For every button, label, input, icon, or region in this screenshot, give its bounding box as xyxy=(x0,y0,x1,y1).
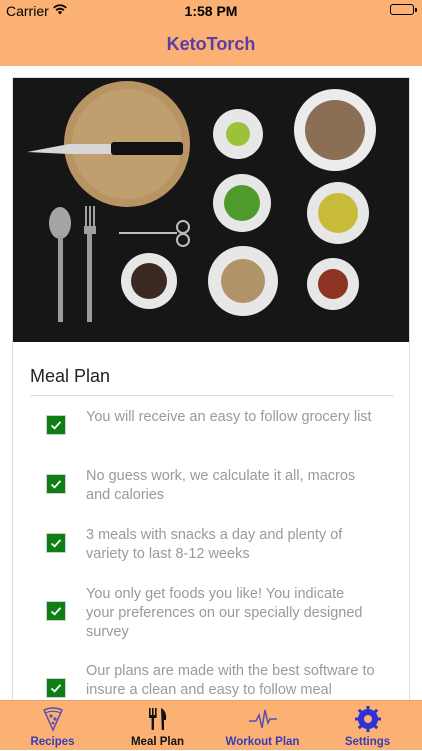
checkbox[interactable] xyxy=(46,678,66,698)
tab-label: Meal Plan xyxy=(130,736,185,748)
nav-bar: KetoTorch xyxy=(0,22,422,66)
checkbox[interactable] xyxy=(46,474,66,494)
battery-icon xyxy=(390,4,417,15)
list-item-text: You will receive an easy to follow groce… xyxy=(86,409,372,425)
status-bar: Carrier 1:58 PM xyxy=(0,0,422,22)
checkmark-icon xyxy=(50,421,62,430)
checkmark-icon xyxy=(50,607,62,616)
tab-meal-plan[interactable]: Meal Plan xyxy=(105,701,210,751)
checkbox[interactable] xyxy=(46,533,66,553)
tab-label: Recipes xyxy=(30,736,75,748)
title-divider xyxy=(30,395,394,396)
checkmark-icon xyxy=(50,684,62,693)
hero-food-image xyxy=(13,78,409,342)
app-title: KetoTorch xyxy=(166,34,256,54)
pizza-slice-icon xyxy=(0,706,105,732)
tab-workout-plan[interactable]: Workout Plan xyxy=(210,701,315,751)
tab-recipes[interactable]: Recipes xyxy=(0,701,105,751)
checkbox[interactable] xyxy=(46,601,66,621)
checkmark-icon xyxy=(50,480,62,489)
tab-settings[interactable]: Settings xyxy=(315,701,420,751)
tab-label: Workout Plan xyxy=(225,736,300,748)
list-item-text: 3 meals with snacks a day and plenty of … xyxy=(86,527,343,562)
fork-knife-icon xyxy=(105,706,210,732)
card-title: Meal Plan xyxy=(30,366,111,386)
heartbeat-icon xyxy=(210,706,315,732)
tab-label: Settings xyxy=(344,736,391,748)
tab-bar: Recipes Meal Plan Workout Plan Settings xyxy=(0,700,422,750)
list-item-text: Our plans are made with the best softwar… xyxy=(86,663,375,698)
list-item-text: You only get foods you like! You indicat… xyxy=(86,586,363,640)
checkmark-icon xyxy=(50,539,62,548)
meal-plan-card: Meal Plan You will receive an easy to fo… xyxy=(12,77,410,717)
list-item-text: No guess work, we calculate it all, macr… xyxy=(86,468,356,503)
status-time: 1:58 PM xyxy=(184,3,238,19)
checkbox[interactable] xyxy=(46,415,66,435)
gear-icon xyxy=(315,706,420,732)
